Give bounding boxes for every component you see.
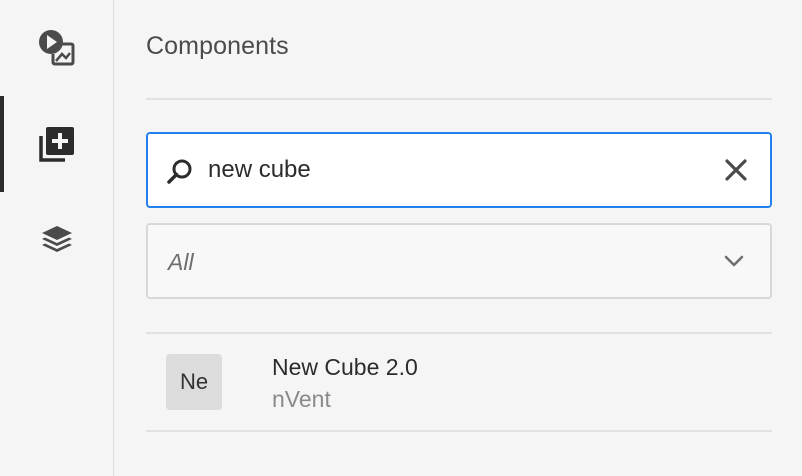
add-component-icon <box>37 124 77 164</box>
rail-item-assets[interactable] <box>0 0 113 96</box>
component-thumbnail: Ne <box>166 354 222 410</box>
search-icon <box>166 158 194 186</box>
component-group: nVent <box>272 386 331 412</box>
close-icon <box>725 159 747 181</box>
rail-item-layers[interactable] <box>0 192 113 288</box>
results-bottom-divider <box>146 430 772 432</box>
side-rail <box>0 0 114 476</box>
component-group-select[interactable]: All <box>146 223 772 299</box>
layers-icon <box>39 222 75 258</box>
components-panel: Components All Ne New Cube 2.0 nVent <box>114 0 802 476</box>
panel-title: Components <box>146 32 289 60</box>
search-input[interactable] <box>208 152 688 188</box>
component-title: New Cube 2.0 <box>272 354 418 380</box>
clear-search-button[interactable] <box>716 150 756 190</box>
select-value: All <box>168 249 194 275</box>
search-field[interactable] <box>146 132 772 208</box>
rail-item-components[interactable] <box>0 96 113 192</box>
list-item[interactable]: Ne New Cube 2.0 nVent <box>146 334 772 430</box>
chevron-down-icon <box>724 251 744 271</box>
asset-media-icon <box>37 28 77 68</box>
title-divider <box>146 98 772 100</box>
